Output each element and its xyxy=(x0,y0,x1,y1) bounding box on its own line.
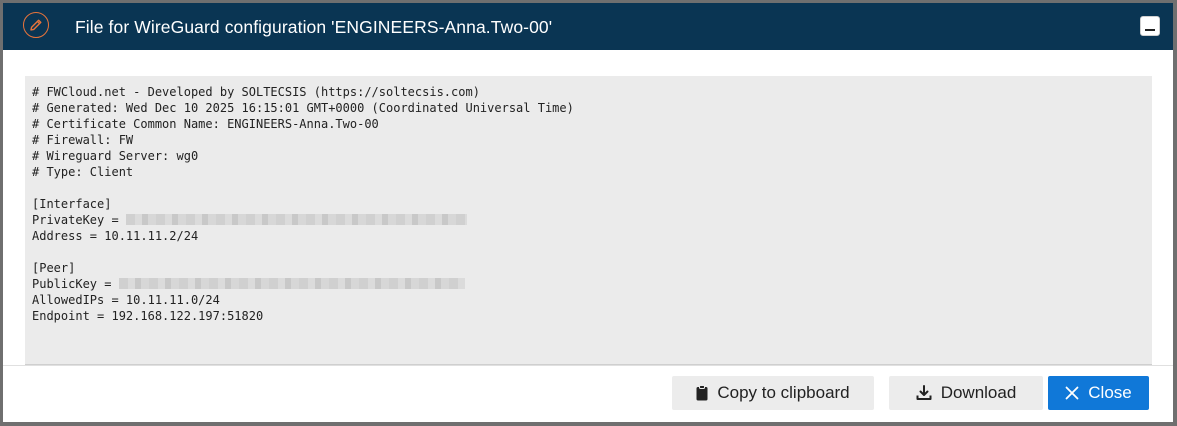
download-button-label: Download xyxy=(940,383,1017,402)
config-line: PublicKey = xyxy=(32,277,119,291)
config-line: AllowedIPs = 10.11.11.0/24 xyxy=(32,293,220,307)
download-button[interactable]: Download xyxy=(889,376,1043,410)
config-line: # FWCloud.net - Developed by SOLTECSIS (… xyxy=(32,85,480,99)
close-icon xyxy=(1065,386,1079,400)
config-line: # Wireguard Server: wg0 xyxy=(32,149,199,163)
config-file-dialog: File for WireGuard configuration 'ENGINE… xyxy=(3,3,1173,422)
config-file-content: # FWCloud.net - Developed by SOLTECSIS (… xyxy=(25,76,1152,365)
copy-to-clipboard-button[interactable]: Copy to clipboard xyxy=(672,376,874,410)
config-line: Address = 10.11.11.2/24 xyxy=(32,229,199,243)
config-line: # Type: Client xyxy=(32,165,134,179)
config-line: PrivateKey = xyxy=(32,213,126,227)
pencil-icon xyxy=(23,12,49,38)
dialog-footer: Copy to clipboard Download Close xyxy=(3,365,1173,422)
redacted-public-key xyxy=(118,278,465,289)
config-line: # Firewall: FW xyxy=(32,133,134,147)
dialog-title: File for WireGuard configuration 'ENGINE… xyxy=(75,17,553,37)
close-button[interactable]: Close xyxy=(1048,376,1149,410)
config-line: [Interface] xyxy=(32,197,112,211)
close-button-label: Close xyxy=(1088,383,1132,402)
dialog-header: File for WireGuard configuration 'ENGINE… xyxy=(3,3,1173,50)
minimize-icon[interactable] xyxy=(1140,16,1160,36)
config-line: [Peer] xyxy=(32,261,76,275)
config-line: # Generated: Wed Dec 10 2025 16:15:01 GM… xyxy=(32,101,574,115)
clipboard-icon xyxy=(696,385,708,401)
config-line: Endpoint = 192.168.122.197:51820 xyxy=(32,309,264,323)
config-line: # Certificate Common Name: ENGINEERS-Ann… xyxy=(32,117,379,131)
config-text: # FWCloud.net - Developed by SOLTECSIS (… xyxy=(25,76,1152,332)
copy-button-label: Copy to clipboard xyxy=(717,383,850,402)
download-icon xyxy=(916,385,932,401)
redacted-private-key xyxy=(125,214,467,225)
